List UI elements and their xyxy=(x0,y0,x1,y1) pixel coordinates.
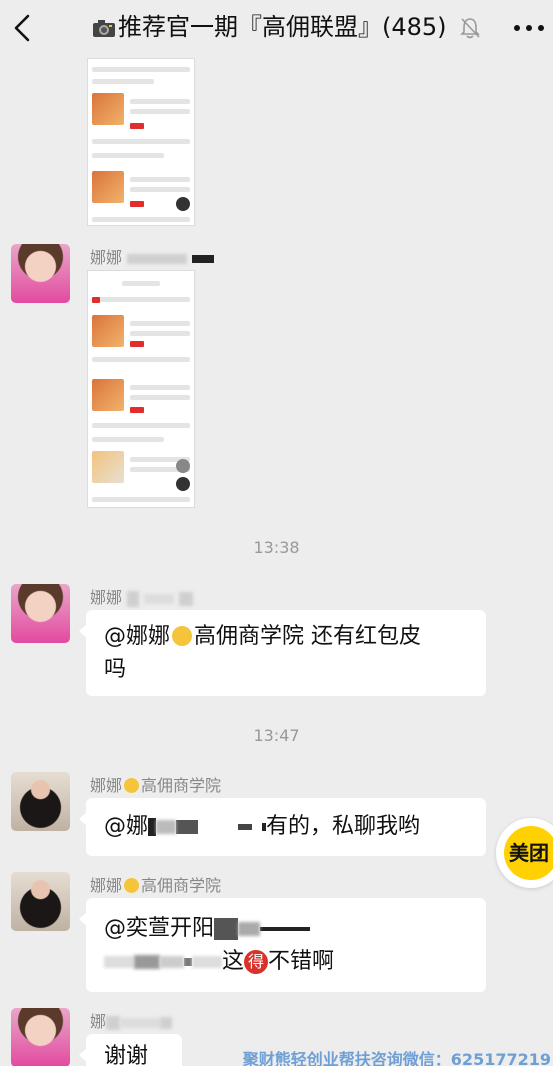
redacted-text xyxy=(238,922,261,936)
meituan-floating-button[interactable]: 美团 xyxy=(496,818,553,888)
message-bubble[interactable]: @娜娜 高佣商学院 还有红包皮 吗 xyxy=(79,610,486,696)
redacted-text xyxy=(214,918,239,940)
avatar[interactable] xyxy=(11,772,70,831)
avatar[interactable] xyxy=(11,244,70,303)
timestamp: 13:47 xyxy=(253,726,300,745)
timestamp: 13:38 xyxy=(253,538,300,557)
redacted-text xyxy=(179,591,194,606)
back-arrow-icon[interactable] xyxy=(8,10,38,46)
message-bubble[interactable]: @娜 有的，私聊我哟 xyxy=(79,798,486,856)
mute-bell-icon xyxy=(460,18,480,39)
message-bubble[interactable]: 谢谢 xyxy=(79,1034,182,1066)
avatar[interactable] xyxy=(11,1008,70,1066)
group-name: 推荐官一期『高佣联盟』 xyxy=(118,13,382,41)
redacted-text xyxy=(160,1016,173,1029)
group-title[interactable]: 推荐官一期『高佣联盟』(485) xyxy=(92,11,447,43)
redacted-text xyxy=(238,824,253,830)
watermark-text: 聚财熊轻创业帮扶咨询微信：625177219 xyxy=(242,1050,551,1066)
redacted-text xyxy=(144,593,175,604)
avatar[interactable] xyxy=(11,584,70,643)
smile-emoji-icon xyxy=(172,626,193,646)
redacted-text xyxy=(127,590,140,607)
redacted-text xyxy=(176,820,199,834)
smile-emoji-icon xyxy=(124,778,140,793)
redacted-text xyxy=(134,955,160,969)
sender-name: 娜娜 高佣商学院 xyxy=(90,876,222,895)
camera-icon xyxy=(93,20,115,37)
redacted-text xyxy=(104,956,134,968)
de-badge-icon: 得 xyxy=(244,950,269,974)
member-count: (485) xyxy=(382,13,447,41)
redacted-text xyxy=(106,1015,121,1030)
sender-name: 娜娜 xyxy=(90,248,215,268)
meituan-label: 美团 xyxy=(504,826,553,880)
more-options-icon[interactable] xyxy=(509,14,549,42)
sender-name: 娜娜 高佣商学院 xyxy=(90,776,222,795)
redacted-text xyxy=(156,820,177,834)
redacted-text xyxy=(192,254,215,263)
sender-name: 娜 xyxy=(90,1012,173,1032)
redacted-text xyxy=(260,927,311,931)
avatar[interactable] xyxy=(11,872,70,931)
redacted-text xyxy=(184,958,192,966)
redacted-text xyxy=(127,253,188,264)
shared-screenshot-image[interactable] xyxy=(87,270,195,508)
redacted-text xyxy=(148,818,157,836)
redacted-text xyxy=(120,1017,161,1028)
sender-name: 娜娜 xyxy=(90,588,194,608)
shared-screenshot-image[interactable] xyxy=(87,58,195,226)
chat-header: 推荐官一期『高佣联盟』(485) xyxy=(0,0,553,58)
redacted-text xyxy=(192,956,222,968)
message-bubble[interactable]: @奕萱开阳 这得不错啊 xyxy=(79,898,486,992)
redacted-text xyxy=(160,956,184,968)
smile-emoji-icon xyxy=(124,878,140,893)
